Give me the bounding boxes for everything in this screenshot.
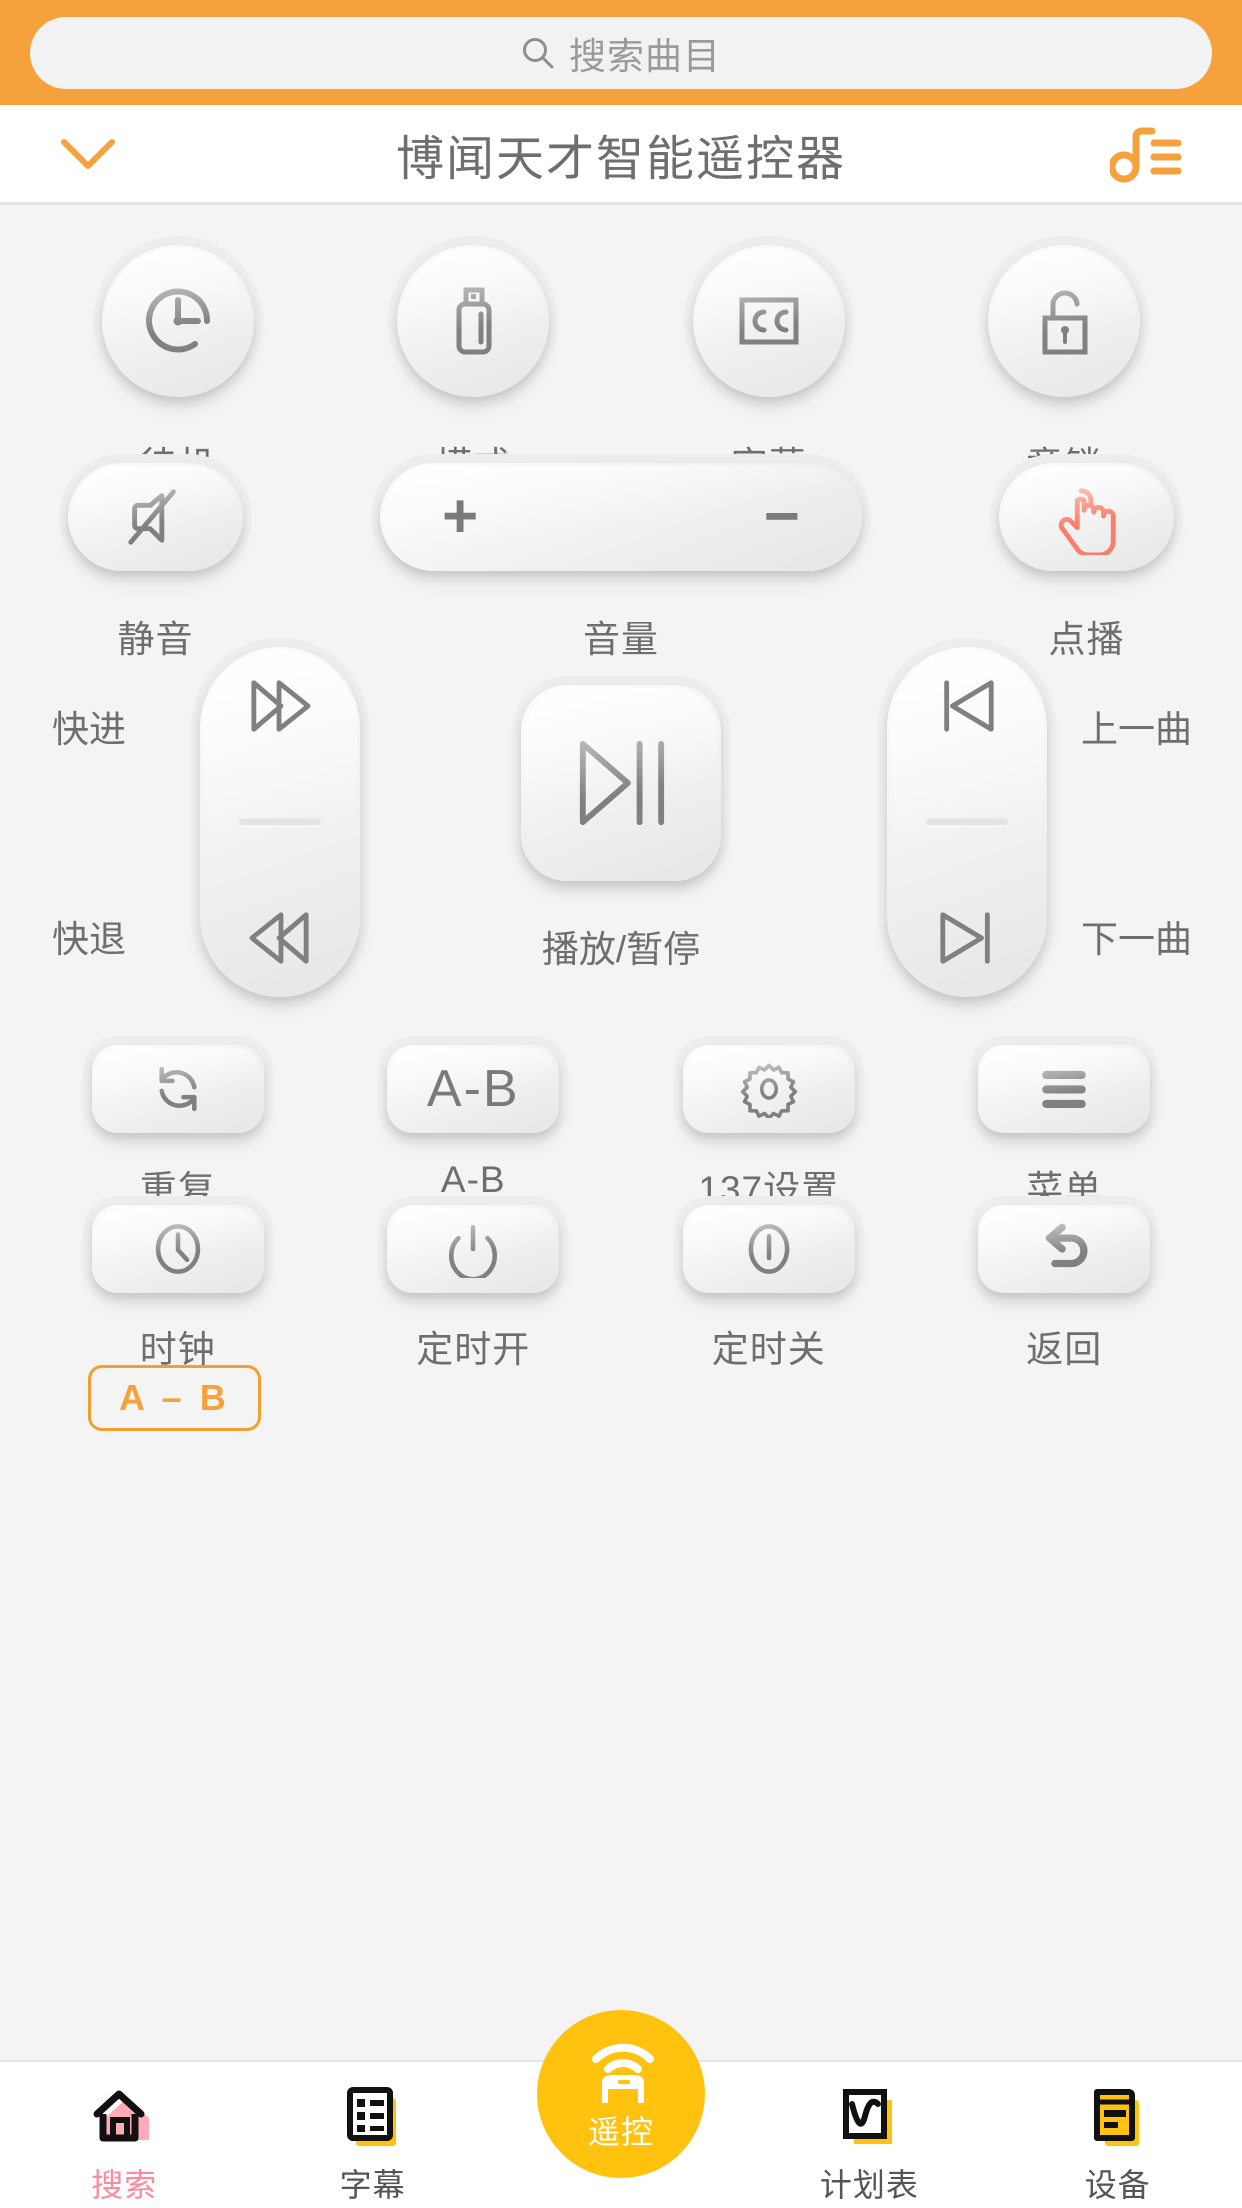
chevron-down-icon[interactable] [58,134,118,174]
play-pause-button[interactable] [521,685,721,881]
tab-schedule[interactable]: 计划表 [745,2062,993,2206]
timer-off-label: 定时关 [711,1329,826,1370]
hamburger-menu-icon [1035,1065,1093,1113]
play-pause-label: 播放/暂停 [541,929,701,970]
back-cell: 返回 [978,1205,1151,1373]
function-row-2: 静音 + − 音量 点播 [0,463,1242,663]
clock-button[interactable] [91,1205,264,1293]
ondemand-cell: 点播 [999,463,1174,663]
rewind-icon[interactable] [236,907,324,969]
remote-panel: 待机 模式 [0,205,1242,2060]
seek-rocker-left[interactable] [200,647,360,997]
volume-rocker[interactable]: + − [380,463,862,571]
search-placeholder: 搜索曲目 [569,35,721,77]
skip-next-icon[interactable] [923,907,1011,969]
menu-button[interactable] [978,1045,1151,1133]
tab-search[interactable]: 搜索 [0,2062,248,2206]
power-on-timer-icon [444,1220,502,1278]
schedule-chart-icon [834,2082,904,2152]
repeat-icon [149,1060,207,1118]
tab-subtitle-label: 字幕 [339,2167,406,2203]
tab-remote-fab[interactable]: 遥控 [536,2010,705,2178]
timer-off-button[interactable] [682,1205,855,1293]
menu-cell: 菜单 [978,1045,1151,1213]
power-off-timer-icon [740,1220,798,1278]
tab-search-label: 搜索 [91,2167,158,2203]
previous-label: 上一曲 [1081,709,1192,750]
clock-icon [149,1220,207,1278]
ab-text-icon: A-B [426,1060,520,1118]
settings-cell: 137设置 [682,1045,855,1213]
function-grid-row-2: 时钟 定时开 定时关 返回 [0,1205,1242,1373]
home-house-icon [89,2082,159,2152]
gear-settings-icon [740,1060,798,1118]
ab-label: A-B [440,1159,506,1200]
clock-cell: 时钟 [91,1205,264,1373]
page-title: 博闻天才智能遥控器 [395,132,846,186]
repeat-cell: 重复 [91,1045,264,1213]
title-bar: 博闻天才智能遥控器 [0,105,1242,205]
function-row-1: 待机 模式 [0,245,1242,489]
skip-previous-icon[interactable] [923,675,1011,737]
search-icon [521,36,555,70]
tab-subtitle[interactable]: 字幕 [248,2062,496,2206]
volume-cell: + − 音量 [380,463,862,663]
track-rocker-right[interactable] [887,647,1047,997]
tab-schedule-label: 计划表 [819,2167,919,2203]
cc-subtitle-icon [724,276,814,366]
repeat-button[interactable] [91,1045,264,1133]
playback-cluster: 快进 快退 上一曲 下一曲 播放/暂停 [0,647,1242,1017]
timer-on-label: 定时开 [416,1329,531,1370]
childlock-cell: 童锁 [988,245,1141,489]
timer-on-button[interactable] [387,1205,560,1293]
hand-tap-icon [1052,479,1122,555]
device-book-icon [1083,2082,1153,2152]
timer-on-cell: 定时开 [387,1205,560,1373]
search-input[interactable]: 搜索曲目 [30,16,1212,89]
subtitle-list-icon [338,2082,408,2152]
play-pause-icon [567,736,675,830]
subtitle-button[interactable] [692,245,845,397]
next-label: 下一曲 [1081,919,1192,960]
remote-signal-icon [580,2035,662,2103]
mode-button[interactable] [397,245,550,397]
volume-up-button[interactable]: + [442,486,478,548]
mute-cell: 静音 [68,463,243,663]
ab-button[interactable]: A-B [387,1045,560,1133]
back-label: 返回 [1026,1329,1103,1370]
mode-cell: 模式 [397,245,550,489]
back-button[interactable] [978,1205,1151,1293]
music-playlist-icon[interactable] [1110,123,1182,185]
volume-down-button[interactable]: − [764,486,800,548]
search-bar: 搜索曲目 [0,0,1242,105]
standby-cell: 待机 [101,245,254,489]
function-grid-row-1: 重复 A-B A-B 137设置 菜单 [0,1045,1242,1213]
rocker-divider-left [239,818,321,826]
back-arrow-icon [1035,1223,1093,1275]
app-screen: 搜索曲目 博闻天才智能遥控器 静音 + − 音量 点播 快进 快退 上一曲 下一… [0,0,1242,2208]
rewind-label: 快退 [52,919,126,960]
ab-status-badge[interactable]: A – B [88,1365,261,1431]
ab-cell: A-B A-B [387,1045,560,1213]
standby-button[interactable] [101,245,254,397]
childlock-button[interactable] [988,245,1141,397]
tab-device-label: 设备 [1084,2167,1151,2203]
usb-drive-icon [428,276,518,366]
tab-remote-label: 遥控 [587,2114,654,2150]
ondemand-button[interactable] [999,463,1174,571]
timer-off-cell: 定时关 [682,1205,855,1373]
tab-device[interactable]: 设备 [994,2062,1242,2206]
subtitle-cell: 字幕 [692,245,845,489]
mute-speaker-icon [117,482,195,552]
bottom-tab-bar: 搜索 字幕 遥控 计划表 设备 [0,2010,1242,2208]
fast-forward-label: 快进 [52,709,126,750]
settings-button[interactable] [682,1045,855,1133]
unlock-padlock-icon [1019,276,1109,366]
fast-forward-icon[interactable] [236,675,324,737]
rocker-divider-right [926,818,1008,826]
tab-remote[interactable]: 遥控 [497,2010,745,2178]
standby-clock-icon [133,276,223,366]
mute-button[interactable] [68,463,243,571]
